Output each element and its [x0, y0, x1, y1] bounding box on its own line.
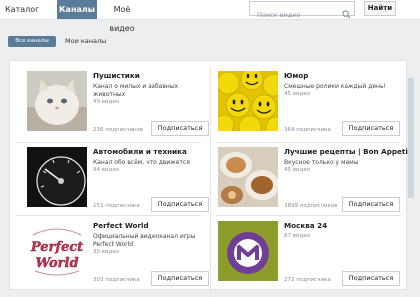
subscribe-button[interactable]: Подписаться [151, 197, 209, 212]
channel-video-count: 30 видео [93, 249, 120, 255]
channel-title[interactable]: Автомобили и техника [93, 147, 187, 156]
subscribe-button[interactable]: Подписаться [342, 271, 400, 286]
channels-subnav: Все каналы Мои каналы [0, 30, 420, 50]
channel-title[interactable]: Perfect World [93, 221, 149, 230]
channel-card: Автомобили и техника Канал обо всём, что… [27, 147, 212, 220]
channel-thumbnail[interactable]: Perfect World [27, 221, 87, 281]
channel-title[interactable]: Москва 24 [284, 221, 327, 230]
search-input[interactable] [250, 8, 345, 22]
channel-video-count: 94 видео [93, 167, 120, 173]
channel-subscribers: 153 подписчика [93, 203, 140, 209]
search-button[interactable]: Найти [364, 1, 396, 16]
channel-thumbnail[interactable] [27, 71, 87, 131]
channel-thumbnail[interactable] [218, 147, 278, 207]
moskva24-logo [218, 221, 278, 281]
channel-card: Лучшие рецепты | Bon Appetit Вкусное тол… [218, 147, 411, 220]
tab-channels[interactable]: Каналы [57, 0, 97, 19]
channel-thumbnail[interactable] [27, 147, 87, 207]
channel-description: Смешные ролики каждый день! [284, 83, 386, 90]
channel-video-count: 45 видео [284, 167, 311, 173]
search-icon[interactable] [342, 4, 351, 23]
svg-text:World: World [35, 256, 78, 271]
channel-subscribers: 303 подписчика [93, 277, 140, 283]
channel-subscribers: 272 подписчика [284, 277, 331, 283]
search-box [249, 1, 355, 22]
tab-catalog[interactable]: Каталог [5, 0, 39, 19]
channel-title[interactable]: Юмор [284, 71, 308, 80]
channel-card: Юмор Смешные ролики каждый день! 45 виде… [218, 71, 403, 144]
subscribe-button[interactable]: Подписаться [151, 271, 209, 286]
channels-grid: Пушистики Канал о милых и забавных живот… [9, 60, 411, 297]
channel-subscribers: 236 подписчиков [93, 127, 143, 133]
channel-video-count: 87 видео [284, 233, 311, 239]
channel-description: Канал обо всём, что движется [93, 159, 190, 166]
channel-video-count: 45 видео [284, 91, 311, 97]
tab-my-video[interactable]: Моё видео [100, 0, 144, 33]
subscribe-button[interactable]: Подписаться [342, 121, 400, 136]
channel-thumbnail[interactable] [218, 71, 278, 131]
channel-subscribers: 3899 подписчиков [284, 203, 338, 209]
channel-title[interactable]: Пушистики [93, 71, 140, 80]
channel-video-count: 49 видео [93, 99, 120, 105]
channel-subscribers: 364 подписчика [284, 127, 331, 133]
channel-description: Официальный видеоканал игры Perfect Worl… [93, 233, 196, 248]
channel-title[interactable]: Лучшие рецепты | Bon Appetit [284, 147, 411, 156]
channel-card: Пушистики Канал о милых и забавных живот… [27, 71, 212, 144]
channel-thumbnail[interactable] [218, 221, 278, 281]
channel-description: Канал о милых и забавных животных [93, 83, 179, 98]
channel-description: Вкусное только у мамы [284, 159, 359, 166]
scrollbar[interactable] [408, 78, 414, 198]
subscribe-button[interactable]: Подписаться [342, 197, 400, 212]
perfect-world-logo: Perfect World [27, 221, 87, 281]
all-channels-button[interactable]: Все каналы [8, 36, 56, 47]
subscribe-button[interactable]: Подписаться [151, 121, 209, 136]
top-nav: Каталог Каналы Моё видео Найти [0, 0, 420, 33]
channel-card: Москва 24 87 видео 272 подписчика Подпис… [218, 221, 403, 294]
channel-card: Perfect World Perfect World Официальный … [27, 221, 212, 294]
svg-text:Perfect: Perfect [30, 240, 83, 255]
my-channels-link[interactable]: Мои каналы [65, 36, 106, 47]
